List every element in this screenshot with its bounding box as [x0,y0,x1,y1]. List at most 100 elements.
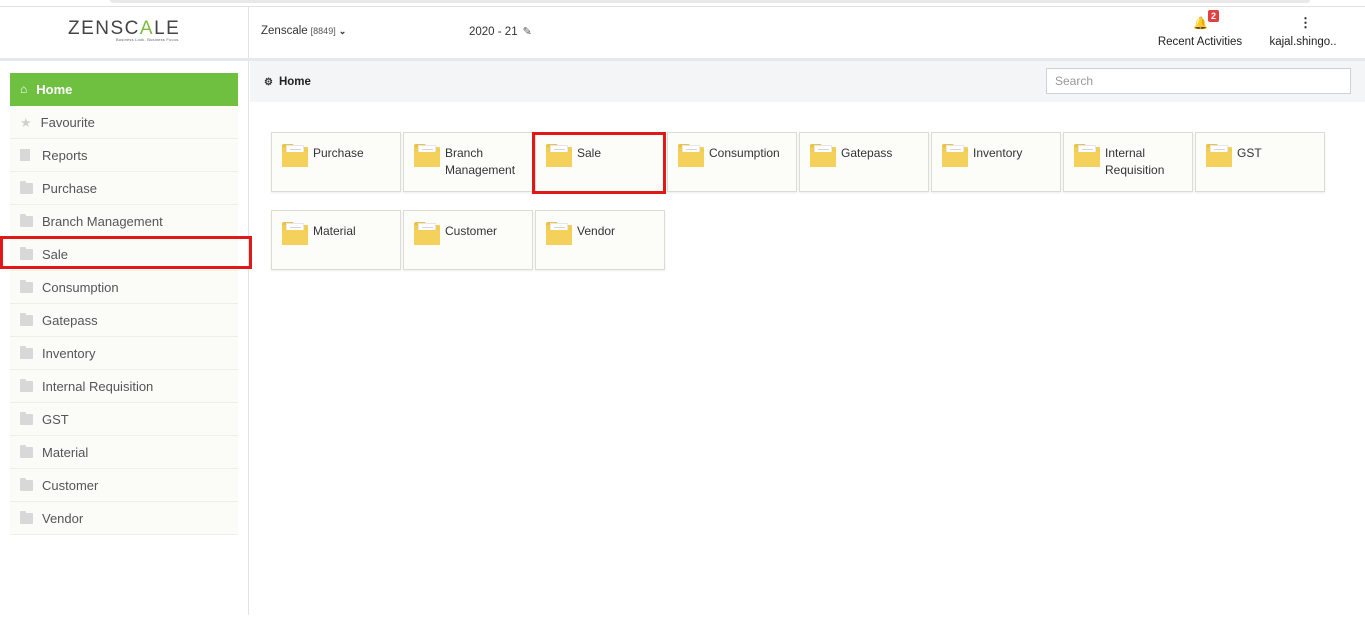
tile-sale[interactable]: Sale [535,132,665,192]
sidebar-item-label: Reports [42,147,88,163]
sidebar-item-reports[interactable]: Reports [10,139,238,172]
breadcrumb-bar: ⚙ Home [250,61,1365,102]
tile-label: Inventory [973,146,1023,160]
folder-icon [414,222,440,245]
tile-label: Branch Management [445,146,516,177]
tile-gst[interactable]: GST [1195,132,1325,192]
dashboard-icon: ⚙ [264,76,273,88]
financial-year: 2020 - 21 [469,25,518,38]
sidebar-item-gatepass[interactable]: Gatepass [10,304,238,337]
user-name: kajal.shingo.. [1269,36,1337,48]
folder-icon [20,180,33,194]
tile-consumption[interactable]: Consumption [667,132,797,192]
edit-icon[interactable]: ✎ [523,25,532,38]
tile-internal-requisition[interactable]: Internal Requisition [1063,132,1193,192]
sidebar-item-label: Sale [42,246,69,262]
app-header: ZENSCALE Business Look. Business Focus. … [0,7,1365,61]
sidebar-item-customer[interactable]: Customer [10,469,238,502]
folder-icon [1074,144,1100,167]
sidebar-item-vendor[interactable]: Vendor [10,502,238,535]
recent-activities-label: Recent Activities [1157,36,1243,48]
document-icon [20,149,30,161]
sidebar-item-internal-requisition[interactable]: Internal Requisition [10,370,238,403]
folder-icon [282,144,308,167]
folder-icon [546,144,572,167]
sidebar-item-label: Vendor [42,510,84,526]
tile-label: Internal Requisition [1105,146,1165,177]
sidebar-item-home[interactable]: ⌂ Home [10,73,238,106]
sidebar-item-label: Material [42,444,89,460]
folder-icon [20,246,33,260]
sidebar-item-purchase[interactable]: Purchase [10,172,238,205]
financial-year-selector[interactable]: 2020 - 21 ✎ [469,25,532,39]
sidebar-item-inventory[interactable]: Inventory [10,337,238,370]
sidebar-item-label: Favourite [40,114,95,130]
folder-icon [20,510,33,524]
folder-icon [810,144,836,167]
folder-icon [282,222,308,245]
logo-accent: A [139,18,155,39]
search-input[interactable] [1046,68,1351,94]
chevron-down-icon: ⌄ [338,25,347,36]
user-menu[interactable]: ⋮ kajal.shingo.. [1265,10,1341,52]
folder-icon [678,144,704,167]
sidebar-item-label: Gatepass [42,312,98,328]
recent-activities-button[interactable]: 🔔 2 Recent Activities [1150,10,1250,52]
folder-icon [1206,144,1232,167]
sidebar-item-consumption[interactable]: Consumption [10,271,238,304]
tile-branch-management[interactable]: Branch Management [403,132,533,192]
tile-label: Material [313,224,356,238]
sidebar-item-label: Branch Management [42,213,163,229]
sidebar-item-label: Consumption [42,279,119,295]
company-name: Zenscale [261,25,308,37]
sidebar-item-label: Customer [42,477,99,493]
tile-vendor[interactable]: Vendor [535,210,665,270]
tile-label: Gatepass [841,146,893,160]
tile-label: Customer [445,224,498,238]
logo-tagline: Business Look. Business Focus. [116,37,180,42]
logo-area[interactable]: ZENSCALE Business Look. Business Focus. [0,7,249,58]
tile-purchase[interactable]: Purchase [271,132,401,192]
logo-suffix: LE [154,18,181,39]
folder-icon [20,444,33,458]
sidebar-item-label: Purchase [42,180,97,196]
tile-label: Purchase [313,146,364,160]
sidebar: ⌂ Home ★ Favourite Reports Purchase Branch… [0,61,249,615]
sidebar-item-branch-management[interactable]: Branch Management [10,205,238,238]
star-icon: ★ [20,114,32,130]
kebab-menu-icon: ⋮ [1299,15,1312,30]
folder-icon [20,477,33,491]
tile-label: Consumption [709,146,780,160]
breadcrumb[interactable]: ⚙ Home [264,76,311,88]
top-strip-bar [110,0,1310,3]
folder-icon [414,144,440,167]
browser-top-strip [0,0,1365,7]
tile-label: GST [1237,146,1262,160]
sidebar-item-material[interactable]: Material [10,436,238,469]
sidebar-nav: ⌂ Home ★ Favourite Reports Purchase Branch… [10,73,238,535]
folder-icon [546,222,572,245]
sidebar-item-label: Inventory [42,345,96,361]
sidebar-item-sale[interactable]: Sale [10,238,238,271]
tile-gatepass[interactable]: Gatepass [799,132,929,192]
sidebar-item-label: Home [36,82,73,97]
company-selector[interactable]: Zenscale [8849] ⌄ [261,25,346,37]
folder-icon [20,411,33,425]
folder-icon [20,378,33,392]
sidebar-item-label: Internal Requisition [42,378,154,394]
bell-icon: 🔔 [1193,16,1208,30]
folder-icon [20,213,33,227]
tile-label: Vendor [577,224,616,238]
folder-icon [20,279,33,293]
logo-prefix: ZENSC [68,18,140,39]
tile-label: Sale [577,146,602,160]
tile-inventory[interactable]: Inventory [931,132,1061,192]
folder-icon [942,144,968,167]
home-icon: ⌂ [20,82,28,96]
sidebar-item-gst[interactable]: GST [10,403,238,436]
tile-material[interactable]: Material [271,210,401,270]
notification-badge: 2 [1208,10,1220,22]
sidebar-item-favourite[interactable]: ★ Favourite [10,106,238,139]
tile-customer[interactable]: Customer [403,210,533,270]
sidebar-item-label: GST [42,411,69,427]
